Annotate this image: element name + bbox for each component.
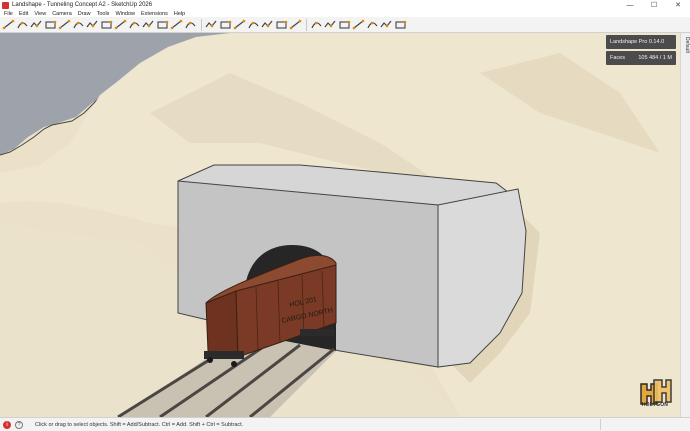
window-controls: — ☐ ✕ <box>618 0 690 10</box>
road-tool-icon[interactable] <box>114 18 127 31</box>
menu-bar: File Edit View Camera Draw Tools Window Extensi… <box>0 10 690 17</box>
section-tool-icon[interactable] <box>261 18 274 31</box>
status-message: Click or drag to select objects. Shift =… <box>35 421 244 428</box>
freehand-tool-icon[interactable] <box>30 18 43 31</box>
railcar-bogie-rear <box>300 329 334 336</box>
curve-tool-icon[interactable] <box>44 18 57 31</box>
tree-tool-icon[interactable] <box>205 18 218 31</box>
landshape-toolbar <box>0 17 690 33</box>
sketchup-app-icon <box>2 1 9 9</box>
menu-view[interactable]: View <box>34 11 46 17</box>
status-bar: i ? Click or drag to select objects. Shi… <box>0 417 690 431</box>
lasso-tool-icon[interactable] <box>380 18 393 31</box>
faces-label: Faces <box>610 55 625 61</box>
wave-tool-icon[interactable] <box>289 18 302 31</box>
stamp-tool-icon[interactable] <box>352 18 365 31</box>
menu-edit[interactable]: Edit <box>19 11 28 17</box>
smooth-tool-icon[interactable] <box>338 18 351 31</box>
menu-help[interactable]: Help <box>174 11 185 17</box>
3d-viewport[interactable]: HOL 201 CARGO NORTH <box>0 33 680 417</box>
menu-extensions[interactable]: Extensions <box>141 11 168 17</box>
cube-tool-icon[interactable] <box>100 18 113 31</box>
railcar-wheel <box>207 357 213 363</box>
faces-value: 105 484 / 1 M <box>638 55 672 61</box>
measurements-box[interactable] <box>600 419 690 430</box>
title-bar: Landshape - Tunneling Concept A2 - Sketc… <box>0 0 690 10</box>
color-tool-icon[interactable] <box>219 18 232 31</box>
orbit-tool-icon[interactable] <box>394 18 407 31</box>
scene-render: HOL 201 CARGO NORTH <box>0 33 680 417</box>
maximize-button[interactable]: ☐ <box>642 0 666 10</box>
terrain-tool-icon[interactable] <box>184 18 197 31</box>
slope-tool-icon[interactable] <box>275 18 288 31</box>
menu-camera[interactable]: Camera <box>52 11 72 17</box>
faces-row: Faces 105 484 / 1 M <box>606 51 676 65</box>
railcar-wheel <box>231 361 237 367</box>
line-tool-icon[interactable] <box>2 18 15 31</box>
product-version: Landshape Pro 0.14.0 <box>610 39 665 45</box>
default-tray-tab[interactable]: Default <box>682 37 690 53</box>
profile-tool-icon[interactable] <box>247 18 260 31</box>
menu-file[interactable]: File <box>4 11 13 17</box>
toolbar-separator <box>201 18 202 31</box>
default-tray-strip[interactable]: Default <box>680 33 690 417</box>
window-title: Landshape - Tunneling Concept A2 - Sketc… <box>12 2 153 8</box>
flatten-tool-icon[interactable] <box>366 18 379 31</box>
path-tool-icon[interactable] <box>128 18 141 31</box>
help-icon[interactable]: ? <box>15 420 23 429</box>
landshape-info-panel: Landshape Pro 0.14.0 Faces 105 484 / 1 M <box>606 35 676 67</box>
sculpt-tool-icon[interactable] <box>310 18 323 31</box>
toolbar-separator <box>306 18 307 31</box>
pin-tool-icon[interactable] <box>324 18 337 31</box>
minimize-button[interactable]: — <box>618 0 642 10</box>
sketchup-window: Landshape - Tunneling Concept A2 - Sketc… <box>0 0 690 431</box>
product-version-row: Landshape Pro 0.14.0 <box>606 35 676 49</box>
menu-tools[interactable]: Tools <box>97 11 110 17</box>
arc-tool-icon[interactable] <box>16 18 29 31</box>
polyline-tool-icon[interactable] <box>58 18 71 31</box>
menu-window[interactable]: Window <box>115 11 135 17</box>
holygon-logo-text: HOLYGON <box>641 402 669 408</box>
grid-tool-icon[interactable] <box>156 18 169 31</box>
plane-tool-icon[interactable] <box>170 18 183 31</box>
spline-tool-icon[interactable] <box>72 18 85 31</box>
info-icon[interactable]: i <box>3 420 11 429</box>
railcar-front <box>205 290 239 358</box>
contour-tool-icon[interactable] <box>233 18 246 31</box>
menu-draw[interactable]: Draw <box>78 11 91 17</box>
bezier-tool-icon[interactable] <box>86 18 99 31</box>
offset-tool-icon[interactable] <box>142 18 155 31</box>
close-button[interactable]: ✕ <box>666 0 690 10</box>
